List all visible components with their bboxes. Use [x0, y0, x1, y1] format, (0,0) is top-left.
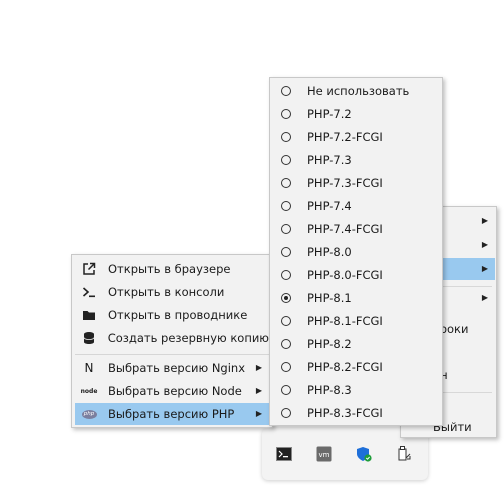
radio-button[interactable]: [281, 362, 291, 372]
chevron-right-icon: ▶: [481, 216, 488, 225]
php-option[interactable]: Не использовать: [273, 80, 439, 102]
menu-item-label: Открыть в проводнике: [108, 308, 248, 322]
node-icon-text: node: [80, 387, 98, 395]
php-option[interactable]: PHP-7.2: [273, 103, 439, 125]
php-option-selected[interactable]: PHP-8.1: [273, 287, 439, 309]
php-option[interactable]: PHP-8.3-FCGI: [273, 402, 439, 424]
external-link-icon: [81, 261, 97, 277]
php-option-label: Не использовать: [307, 84, 410, 98]
php-option-label: PHP-7.4-FCGI: [307, 222, 383, 236]
database-icon: [81, 330, 97, 346]
radio-button[interactable]: [281, 385, 291, 395]
php-option[interactable]: PHP-8.1-FCGI: [273, 310, 439, 332]
php-option-label: PHP-8.2: [307, 337, 352, 351]
php-option-label: PHP-8.3: [307, 383, 352, 397]
chevron-right-icon: ▶: [255, 363, 262, 372]
php-version-submenu: Не использовать PHP-7.2 PHP-7.2-FCGI PHP…: [269, 77, 443, 426]
usb-eject-tray-icon[interactable]: [396, 446, 412, 462]
vm-tray-label: vm: [319, 451, 330, 459]
php-option[interactable]: PHP-8.3: [273, 379, 439, 401]
php-option[interactable]: PHP-7.4-FCGI: [273, 218, 439, 240]
menu-item-node-version[interactable]: node Выбрать версию Node ▶: [75, 380, 269, 402]
php-option[interactable]: PHP-8.0-FCGI: [273, 264, 439, 286]
radio-button-checked[interactable]: [281, 293, 291, 303]
divider: [75, 354, 269, 355]
php-option-label: PHP-7.3: [307, 153, 352, 167]
php-option[interactable]: PHP-8.2: [273, 333, 439, 355]
radio-button[interactable]: [281, 86, 291, 96]
php-option-label: PHP-8.0: [307, 245, 352, 259]
menu-item-open-browser[interactable]: Открыть в браузере: [75, 258, 269, 280]
nginx-icon: N: [81, 360, 97, 376]
php-option[interactable]: PHP-7.3: [273, 149, 439, 171]
radio-button[interactable]: [281, 224, 291, 234]
php-icon-badge: php: [81, 409, 97, 419]
php-option-label: PHP-8.1: [307, 291, 352, 305]
php-option-label: PHP-8.3-FCGI: [307, 406, 383, 420]
radio-button[interactable]: [281, 155, 291, 165]
php-option[interactable]: PHP-7.3-FCGI: [273, 172, 439, 194]
chevron-right-icon: ▶: [481, 293, 488, 302]
radio-button[interactable]: [281, 270, 291, 280]
menu-item-open-console[interactable]: Открыть в консоли: [75, 281, 269, 303]
node-icon: node: [80, 383, 98, 399]
radio-button[interactable]: [281, 109, 291, 119]
radio-button[interactable]: [281, 178, 291, 188]
php-option-label: PHP-7.2-FCGI: [307, 130, 383, 144]
php-option-label: PHP-7.4: [307, 199, 352, 213]
context-menu: Открыть в браузере Открыть в консоли Отк…: [71, 254, 273, 428]
menu-item-label: Открыть в консоли: [108, 285, 225, 299]
chevron-right-icon: ▶: [255, 409, 262, 418]
nginx-icon-letter: N: [84, 361, 94, 375]
menu-item-label: Выбрать версию Nginx: [108, 361, 246, 375]
menu-item-label: Создать резервную копию: [107, 331, 269, 345]
radio-button[interactable]: [281, 132, 291, 142]
menu-item-php-version[interactable]: php Выбрать версию PHP ▶: [75, 403, 269, 425]
menu-item-label: Выбрать версию Node: [108, 384, 242, 398]
menu-item-label: Выбрать версию PHP: [108, 407, 235, 421]
terminal-tray-icon[interactable]: [276, 446, 292, 462]
radio-button[interactable]: [281, 316, 291, 326]
menu-item-label: Открыть в браузере: [108, 262, 231, 276]
menu-item-open-explorer[interactable]: Открыть в проводнике: [75, 304, 269, 326]
menu-item-nginx-version[interactable]: N Выбрать версию Nginx ▶: [75, 357, 269, 379]
php-option[interactable]: PHP-8.0: [273, 241, 439, 263]
php-option[interactable]: PHP-7.2-FCGI: [273, 126, 439, 148]
folder-icon: [81, 307, 97, 323]
radio-button[interactable]: [281, 201, 291, 211]
radio-button[interactable]: [281, 339, 291, 349]
php-icon: php: [81, 406, 97, 422]
chevron-right-icon: ▶: [481, 264, 488, 273]
radio-button[interactable]: [281, 247, 291, 257]
chevron-right-icon: ▶: [481, 240, 488, 249]
vm-tray-icon[interactable]: vm: [316, 446, 332, 462]
php-option[interactable]: PHP-7.4: [273, 195, 439, 217]
radio-button[interactable]: [281, 408, 291, 418]
php-option-label: PHP-7.3-FCGI: [307, 176, 383, 190]
chevron-right-icon: ▶: [255, 386, 262, 395]
terminal-prompt-icon: [81, 284, 97, 300]
php-option-label: PHP-8.2-FCGI: [307, 360, 383, 374]
php-option[interactable]: PHP-8.2-FCGI: [273, 356, 439, 378]
php-option-label: PHP-8.0-FCGI: [307, 268, 383, 282]
php-option-label: PHP-8.1-FCGI: [307, 314, 383, 328]
security-shield-tray-icon[interactable]: [356, 446, 372, 462]
menu-item-create-backup[interactable]: Создать резервную копию: [75, 327, 269, 349]
php-option-label: PHP-7.2: [307, 107, 352, 121]
